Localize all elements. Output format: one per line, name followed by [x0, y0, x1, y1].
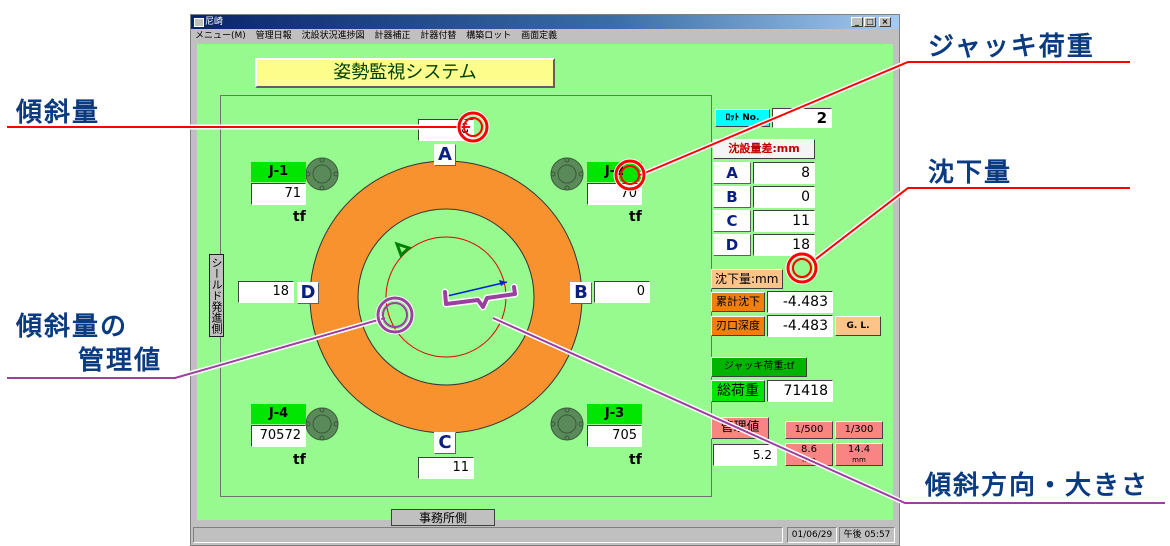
annotation-tilt: 傾斜量 [16, 98, 101, 128]
annotation-jack-load: ジャッキ荷重 [928, 32, 1095, 62]
tilt-direction-brace [443, 285, 517, 309]
annotation-tilt-direction: 傾斜方向・大きさ [925, 471, 1150, 501]
annotation-tilt-control-line2: 管理値 [78, 346, 163, 376]
annotation-tilt-control-line1: 傾斜量の [16, 312, 129, 342]
settlement-leader-line [811, 187, 1130, 263]
jack-load-leader-line [639, 61, 1130, 176]
annotation-settlement: 沈下量 [928, 158, 1013, 188]
